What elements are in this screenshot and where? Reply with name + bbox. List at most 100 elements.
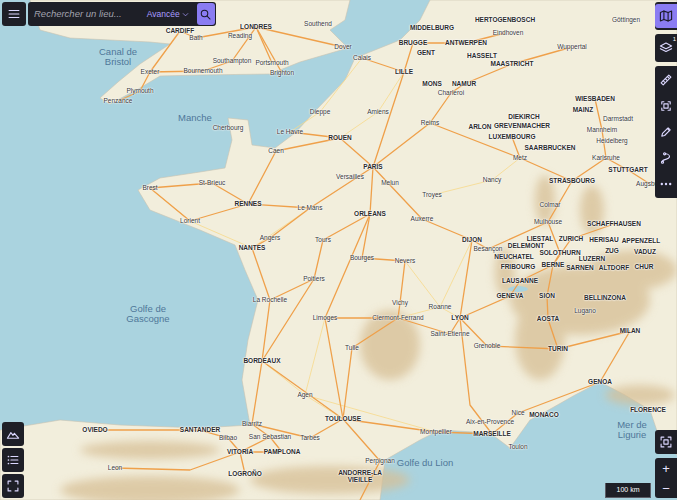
place-label: BORDEAUX bbox=[243, 357, 280, 364]
left-controls bbox=[2, 422, 24, 498]
map[interactable]: CARDIFFLONDRESSouthendBathReadingCanal d… bbox=[0, 0, 677, 500]
place-label: Le Mans bbox=[298, 204, 323, 211]
select-button[interactable] bbox=[2, 474, 24, 498]
place-label: Reading bbox=[228, 32, 252, 39]
place-label: Saint-Etienne bbox=[430, 330, 469, 337]
place-label: Tours bbox=[315, 236, 331, 243]
ruler-icon bbox=[659, 73, 673, 87]
place-label: BERNE bbox=[542, 261, 565, 268]
layers-icon bbox=[659, 41, 673, 55]
route-button[interactable] bbox=[655, 146, 677, 170]
place-label: Göttingen bbox=[612, 16, 640, 23]
legend-icon bbox=[6, 453, 20, 467]
place-label: Montpellier bbox=[420, 428, 452, 435]
search-bar: Avancée bbox=[28, 2, 216, 26]
menu-button[interactable] bbox=[2, 2, 26, 26]
place-label: HERTOGENBOSCH bbox=[475, 16, 535, 23]
place-label: ZUG bbox=[605, 247, 619, 254]
place-label: FLORENCE bbox=[630, 406, 666, 413]
place-label: Reims bbox=[421, 119, 439, 126]
place-label: Penzance bbox=[104, 97, 133, 104]
place-label: MIDDELBURG bbox=[410, 24, 454, 31]
place-label: DELEMONT bbox=[508, 242, 544, 249]
area-button[interactable] bbox=[655, 94, 677, 118]
pencil-button[interactable] bbox=[655, 120, 677, 144]
place-label: Eindhoven bbox=[493, 29, 524, 36]
place-label: SION bbox=[539, 292, 555, 299]
fullscreen-button[interactable] bbox=[655, 430, 677, 454]
place-label: Charleroi bbox=[438, 89, 464, 96]
land bbox=[0, 0, 677, 500]
search-mode-label[interactable]: Avancée bbox=[147, 8, 180, 21]
place-label: Roanne bbox=[429, 303, 452, 310]
place-label: GENEVA bbox=[497, 292, 524, 299]
place-label: Lorient bbox=[180, 217, 200, 224]
search-input[interactable] bbox=[34, 7, 144, 21]
terrain-button[interactable] bbox=[2, 422, 24, 446]
chevron-down-icon bbox=[181, 10, 190, 19]
place-label: Darmstadt bbox=[603, 115, 633, 122]
place-label: VADUZ bbox=[634, 248, 656, 255]
search-mode-dropdown[interactable]: Avancée bbox=[147, 8, 194, 21]
place-label: HERISAU bbox=[589, 236, 618, 243]
place-label: LUZERN bbox=[579, 255, 605, 262]
place-label: LAUSANNE bbox=[502, 277, 538, 284]
place-label: GENT bbox=[417, 49, 435, 56]
zoom-in-button[interactable]: + bbox=[655, 458, 677, 478]
place-label: MARSEILLE bbox=[473, 430, 511, 437]
place-label: Tarbes bbox=[300, 434, 320, 441]
place-label: AOSTA bbox=[537, 315, 559, 322]
place-label: MAINZ bbox=[573, 106, 594, 113]
place-label: NEUCHATEL bbox=[494, 253, 534, 260]
layers-count-badge: 1 bbox=[673, 36, 676, 42]
place-label: Amiens bbox=[367, 108, 389, 115]
place-label: Southampton bbox=[213, 57, 252, 64]
place-label: LYON bbox=[451, 314, 468, 321]
place-label: Le Havre bbox=[277, 128, 303, 135]
more-button[interactable] bbox=[655, 172, 677, 196]
place-label: SARNEN bbox=[566, 264, 593, 271]
lake bbox=[508, 286, 528, 292]
place-label: Brest bbox=[142, 184, 157, 191]
map-icon bbox=[659, 9, 673, 23]
place-label: Dieppe bbox=[310, 108, 331, 115]
place-label: Cherbourg bbox=[213, 124, 244, 131]
place-label: La Rochelle bbox=[253, 296, 287, 303]
place-label: DIEKIRCH bbox=[508, 113, 539, 120]
place-label: Clermont-Ferrand bbox=[372, 314, 423, 321]
place-label: Biarritz bbox=[242, 420, 262, 427]
search-button[interactable] bbox=[197, 3, 215, 25]
select-icon bbox=[6, 479, 20, 493]
place-label: Agen bbox=[297, 391, 312, 398]
place-label: MONS bbox=[422, 80, 442, 87]
place-label: LOGROÑO bbox=[228, 470, 262, 477]
place-label: Calais bbox=[353, 54, 371, 61]
top-bar: Avancée bbox=[2, 2, 216, 26]
scale-bar: 100 km bbox=[605, 483, 651, 499]
layers-button[interactable]: 1 bbox=[655, 36, 677, 60]
zoom-out-button[interactable]: − bbox=[655, 478, 677, 498]
place-label: MAASTRICHT bbox=[491, 60, 534, 67]
place-label: Aix-en-Provence bbox=[466, 418, 514, 425]
magnifier-icon bbox=[199, 8, 212, 21]
ruler-button[interactable] bbox=[655, 68, 677, 92]
map-canvas[interactable] bbox=[0, 0, 677, 500]
map-button[interactable] bbox=[655, 4, 677, 28]
sea-label: Golfe du Lion bbox=[397, 458, 454, 468]
place-label: Tulle bbox=[345, 344, 359, 351]
terrain-icon bbox=[6, 427, 20, 441]
place-label: Limoges bbox=[313, 314, 338, 321]
place-label: MILAN bbox=[620, 327, 641, 334]
legend-button[interactable] bbox=[2, 448, 24, 472]
layers-group: 1 bbox=[655, 34, 677, 62]
place-label: ARLON bbox=[468, 123, 491, 130]
place-label: Poitiers bbox=[303, 275, 325, 282]
place-label: Exeter bbox=[141, 68, 160, 75]
place-label: Nancy bbox=[483, 176, 501, 183]
place-label: TOULOUSE bbox=[325, 415, 361, 422]
place-label: Vichy bbox=[392, 299, 408, 306]
more-icon bbox=[659, 177, 673, 191]
place-label: ANDORRE-LA VIEILLE bbox=[333, 469, 388, 483]
place-label: Dover bbox=[334, 43, 351, 50]
place-label: CHUR bbox=[635, 263, 654, 270]
